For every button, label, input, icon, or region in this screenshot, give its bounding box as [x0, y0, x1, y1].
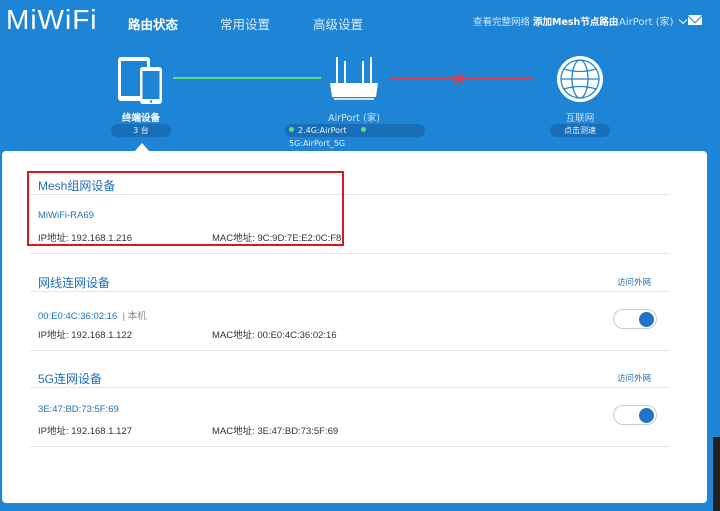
chevron-down-icon — [678, 15, 687, 25]
router-select-label: AirPort (家) — [619, 17, 674, 28]
wired-bottom-divider — [30, 350, 670, 351]
add-mesh-node-link[interactable]: 添加Mesh节点路由 — [533, 14, 618, 28]
5g-device-mac: MAC地址: 3E:47:BD:73:5F:69 — [212, 426, 339, 437]
wired-internet-access-header: 访问外网 — [617, 278, 652, 288]
this-device-tag-text: 本机 — [127, 311, 147, 322]
router-select-menu[interactable]: AirPort (家) — [619, 13, 687, 28]
5g-internet-access-header: 访问外网 — [617, 374, 652, 384]
devices-connection-line — [173, 77, 321, 79]
5g-divider — [30, 387, 670, 388]
toggle-knob — [639, 408, 654, 423]
internet-label: 互联网 — [565, 113, 595, 124]
wired-section-title: 网线连网设备 — [38, 276, 111, 290]
wired-divider — [30, 291, 670, 292]
wired-device-row[interactable]: 00:E0:4C:36:02:16 | 本机 — [38, 308, 147, 322]
globe-icon[interactable] — [555, 54, 605, 104]
wifi-status-pill: 2.4G:AirPort 5G:AirPort_5G — [285, 124, 425, 148]
terminal-devices-icon[interactable] — [116, 55, 166, 105]
wifi-24-status-dot — [289, 127, 294, 132]
5g-internet-access-toggle[interactable] — [613, 405, 657, 425]
toggle-knob — [639, 312, 654, 327]
router-name-label: AirPort (家) — [328, 113, 380, 124]
mail-icon[interactable] — [688, 15, 702, 25]
5g-section-title: 5G连网设备 — [38, 372, 103, 386]
wifi-24-ssid: 2.4G:AirPort — [298, 126, 347, 135]
tab-advanced-settings[interactable]: 高级设置 — [313, 14, 363, 33]
top-bar: MiWiFi 路由状态 常用设置 高级设置 查看完整网络 添加Mesh节点路由 … — [0, 0, 720, 44]
wired-internet-access-toggle[interactable] — [613, 309, 657, 329]
this-device-tag: | 本机 — [119, 311, 147, 322]
wired-device-name: 00:E0:4C:36:02:16 — [38, 311, 118, 322]
router-icon[interactable] — [326, 57, 382, 103]
wired-device-ip: IP地址: 192.168.1.122 — [38, 330, 133, 341]
wifi-5-status-dot — [361, 127, 367, 132]
5g-device-name[interactable]: 3E:47:BD:73:5F:69 — [38, 404, 119, 415]
wired-device-mac: MAC地址: 00:E0:4C:36:02:16 — [212, 330, 337, 341]
terminal-devices-label: 终端设备 — [121, 113, 160, 124]
mesh-bottom-divider — [30, 253, 670, 254]
tab-router-status[interactable]: 路由状态 — [128, 14, 178, 33]
5g-device-ip: IP地址: 192.168.1.127 — [38, 426, 133, 437]
tab-common-settings[interactable]: 常用设置 — [220, 14, 270, 33]
miwifi-logo: MiWiFi — [6, 4, 98, 35]
disconnected-x-icon — [452, 71, 466, 85]
view-full-network-link[interactable]: 查看完整网络 — [473, 14, 530, 28]
window-edge — [713, 437, 720, 511]
speed-test-button[interactable]: 点击测速 — [550, 124, 610, 137]
5g-bottom-divider — [30, 446, 670, 447]
device-count-badge[interactable]: 3 台 — [111, 124, 171, 137]
wifi-5-ssid: 5G:AirPort_5G — [289, 139, 346, 148]
highlight-box — [27, 171, 344, 246]
